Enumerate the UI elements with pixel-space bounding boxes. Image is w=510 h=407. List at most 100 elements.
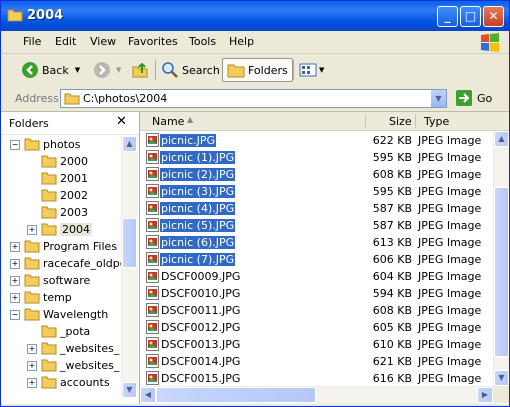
menu-edit[interactable]: Edit: [55, 35, 76, 48]
menu-view[interactable]: View: [90, 35, 116, 48]
folders-button[interactable]: Folders: [222, 58, 293, 82]
tree-item[interactable]: + accounts: [1, 374, 121, 391]
tree-item[interactable]: − photos: [1, 136, 121, 153]
tree-item[interactable]: + _websites_: [1, 340, 121, 357]
tree-item[interactable]: + Program Files: [1, 238, 121, 255]
column-divider[interactable]: [415, 114, 416, 128]
scroll-right-icon[interactable]: ▶: [477, 387, 493, 403]
expand-icon[interactable]: +: [10, 242, 20, 252]
column-name[interactable]: Name: [152, 115, 184, 128]
minimize-button[interactable]: _: [437, 6, 458, 27]
address-value: C:\photos\2004: [83, 92, 168, 105]
folder-tree: − photos 2000 2001 2002 2003 +2004 + Program Fil…: [1, 136, 121, 398]
expand-icon[interactable]: +: [27, 225, 37, 235]
tree-item-label: Wavelength: [43, 308, 109, 321]
scroll-up-icon[interactable]: ▲: [494, 131, 509, 147]
up-folder-button[interactable]: [131, 58, 149, 82]
scroll-down-icon[interactable]: ▼: [122, 382, 137, 398]
files-scrollbar[interactable]: ▲ ▼: [493, 131, 509, 386]
tree-item[interactable]: + software: [1, 272, 121, 289]
expand-icon[interactable]: +: [27, 378, 37, 388]
file-name: DSCF0009.JPG: [161, 270, 241, 283]
tree-item[interactable]: 2003: [1, 204, 121, 221]
file-row[interactable]: DSCF0011.JPG 608 KB JPEG Image: [140, 302, 490, 319]
forward-arrow-icon: [94, 62, 110, 78]
tree-item[interactable]: 2000: [1, 153, 121, 170]
tree-item[interactable]: − Wavelength: [1, 306, 121, 323]
explorer-window: 2004 _ □ ✕ File Edit View Favorites Tool…: [0, 0, 510, 407]
file-name: picnic (7).JPG: [160, 253, 236, 266]
folder-icon: [24, 138, 40, 151]
tree-item[interactable]: 2002: [1, 187, 121, 204]
close-button[interactable]: ✕: [483, 6, 504, 27]
scroll-down-icon[interactable]: ▼: [494, 370, 509, 386]
scroll-thumb[interactable]: [494, 187, 509, 357]
folders-scrollbar[interactable]: ▲ ▼: [121, 136, 138, 398]
tree-item-label: 2002: [60, 189, 88, 202]
forward-button[interactable]: ▼: [93, 58, 121, 82]
tree-item[interactable]: _pota: [1, 323, 121, 340]
file-row[interactable]: picnic (2).JPG 608 KB JPEG Image: [140, 166, 490, 183]
file-list-pane: Name ▲ Size Type picnic.JPG 622 KB JPEG Im…: [140, 112, 509, 404]
file-name: picnic (5).JPG: [160, 219, 236, 232]
column-type[interactable]: Type: [424, 115, 449, 128]
tree-item[interactable]: +2004: [1, 221, 121, 238]
scroll-up-icon[interactable]: ▲: [122, 136, 137, 152]
file-size: 595 KB: [372, 185, 412, 198]
file-row[interactable]: picnic (7).JPG 606 KB JPEG Image: [140, 251, 490, 268]
tree-item[interactable]: + temp: [1, 289, 121, 306]
search-button[interactable]: Search: [161, 58, 220, 82]
jpeg-file-icon: [146, 133, 159, 147]
file-row[interactable]: picnic (1).JPG 595 KB JPEG Image: [140, 149, 490, 166]
menu-favorites[interactable]: Favorites: [128, 35, 178, 48]
file-name: picnic (1).JPG: [160, 151, 236, 164]
file-row[interactable]: picnic (6).JPG 613 KB JPEG Image: [140, 234, 490, 251]
title-bar[interactable]: 2004 _ □ ✕: [1, 1, 509, 31]
tree-item[interactable]: + racecafe_oldpc: [1, 255, 121, 272]
file-row[interactable]: picnic (5).JPG 587 KB JPEG Image: [140, 217, 490, 234]
views-dropdown-icon[interactable]: ▼: [319, 66, 324, 74]
file-row[interactable]: DSCF0010.JPG 594 KB JPEG Image: [140, 285, 490, 302]
maximize-button[interactable]: □: [460, 6, 481, 27]
go-button[interactable]: Go: [455, 89, 492, 107]
file-row[interactable]: DSCF0015.JPG 616 KB JPEG Image: [140, 370, 490, 386]
file-name: picnic.JPG: [160, 134, 217, 147]
expand-icon[interactable]: +: [10, 259, 20, 269]
file-row[interactable]: DSCF0013.JPG 610 KB JPEG Image: [140, 336, 490, 353]
expand-icon[interactable]: +: [27, 361, 37, 371]
expand-icon[interactable]: +: [10, 293, 20, 303]
expand-icon[interactable]: +: [10, 276, 20, 286]
collapse-icon[interactable]: −: [10, 310, 20, 320]
file-name: DSCF0014.JPG: [161, 355, 241, 368]
file-row[interactable]: DSCF0014.JPG 621 KB JPEG Image: [140, 353, 490, 370]
column-divider[interactable]: [365, 114, 366, 128]
folder-icon: [24, 240, 40, 253]
collapse-icon[interactable]: −: [10, 140, 20, 150]
address-dropdown-icon[interactable]: ▼: [430, 90, 446, 107]
horizontal-scroll-thumb[interactable]: [156, 387, 316, 403]
file-row[interactable]: DSCF0012.JPG 605 KB JPEG Image: [140, 319, 490, 336]
file-size: 605 KB: [372, 321, 412, 334]
back-dropdown-icon[interactable]: ▼: [75, 66, 80, 74]
forward-dropdown-icon[interactable]: ▼: [116, 66, 121, 74]
files-horizontal-scrollbar[interactable]: ◀ ▶: [140, 386, 493, 404]
tree-item[interactable]: 2001: [1, 170, 121, 187]
column-size[interactable]: Size: [389, 115, 412, 128]
file-row[interactable]: picnic (3).JPG 595 KB JPEG Image: [140, 183, 490, 200]
close-pane-icon[interactable]: ✕: [116, 114, 127, 129]
file-row[interactable]: DSCF0009.JPG 604 KB JPEG Image: [140, 268, 490, 285]
file-row[interactable]: picnic (4).JPG 587 KB JPEG Image: [140, 200, 490, 217]
views-button[interactable]: ▼: [299, 58, 324, 82]
back-button[interactable]: Back ▼: [21, 58, 80, 82]
scroll-left-icon[interactable]: ◀: [140, 387, 156, 403]
scroll-thumb[interactable]: [122, 218, 137, 268]
address-input[interactable]: C:\photos\2004 ▼: [60, 89, 447, 108]
toolbar-separator: [155, 60, 156, 80]
tree-item[interactable]: + _websites_: [1, 357, 121, 374]
menu-tools[interactable]: Tools: [189, 35, 216, 48]
file-name: DSCF0013.JPG: [161, 338, 241, 351]
menu-help[interactable]: Help: [229, 35, 254, 48]
expand-icon[interactable]: +: [27, 344, 37, 354]
menu-file[interactable]: File: [23, 35, 41, 48]
file-row[interactable]: picnic.JPG 622 KB JPEG Image: [140, 132, 490, 149]
